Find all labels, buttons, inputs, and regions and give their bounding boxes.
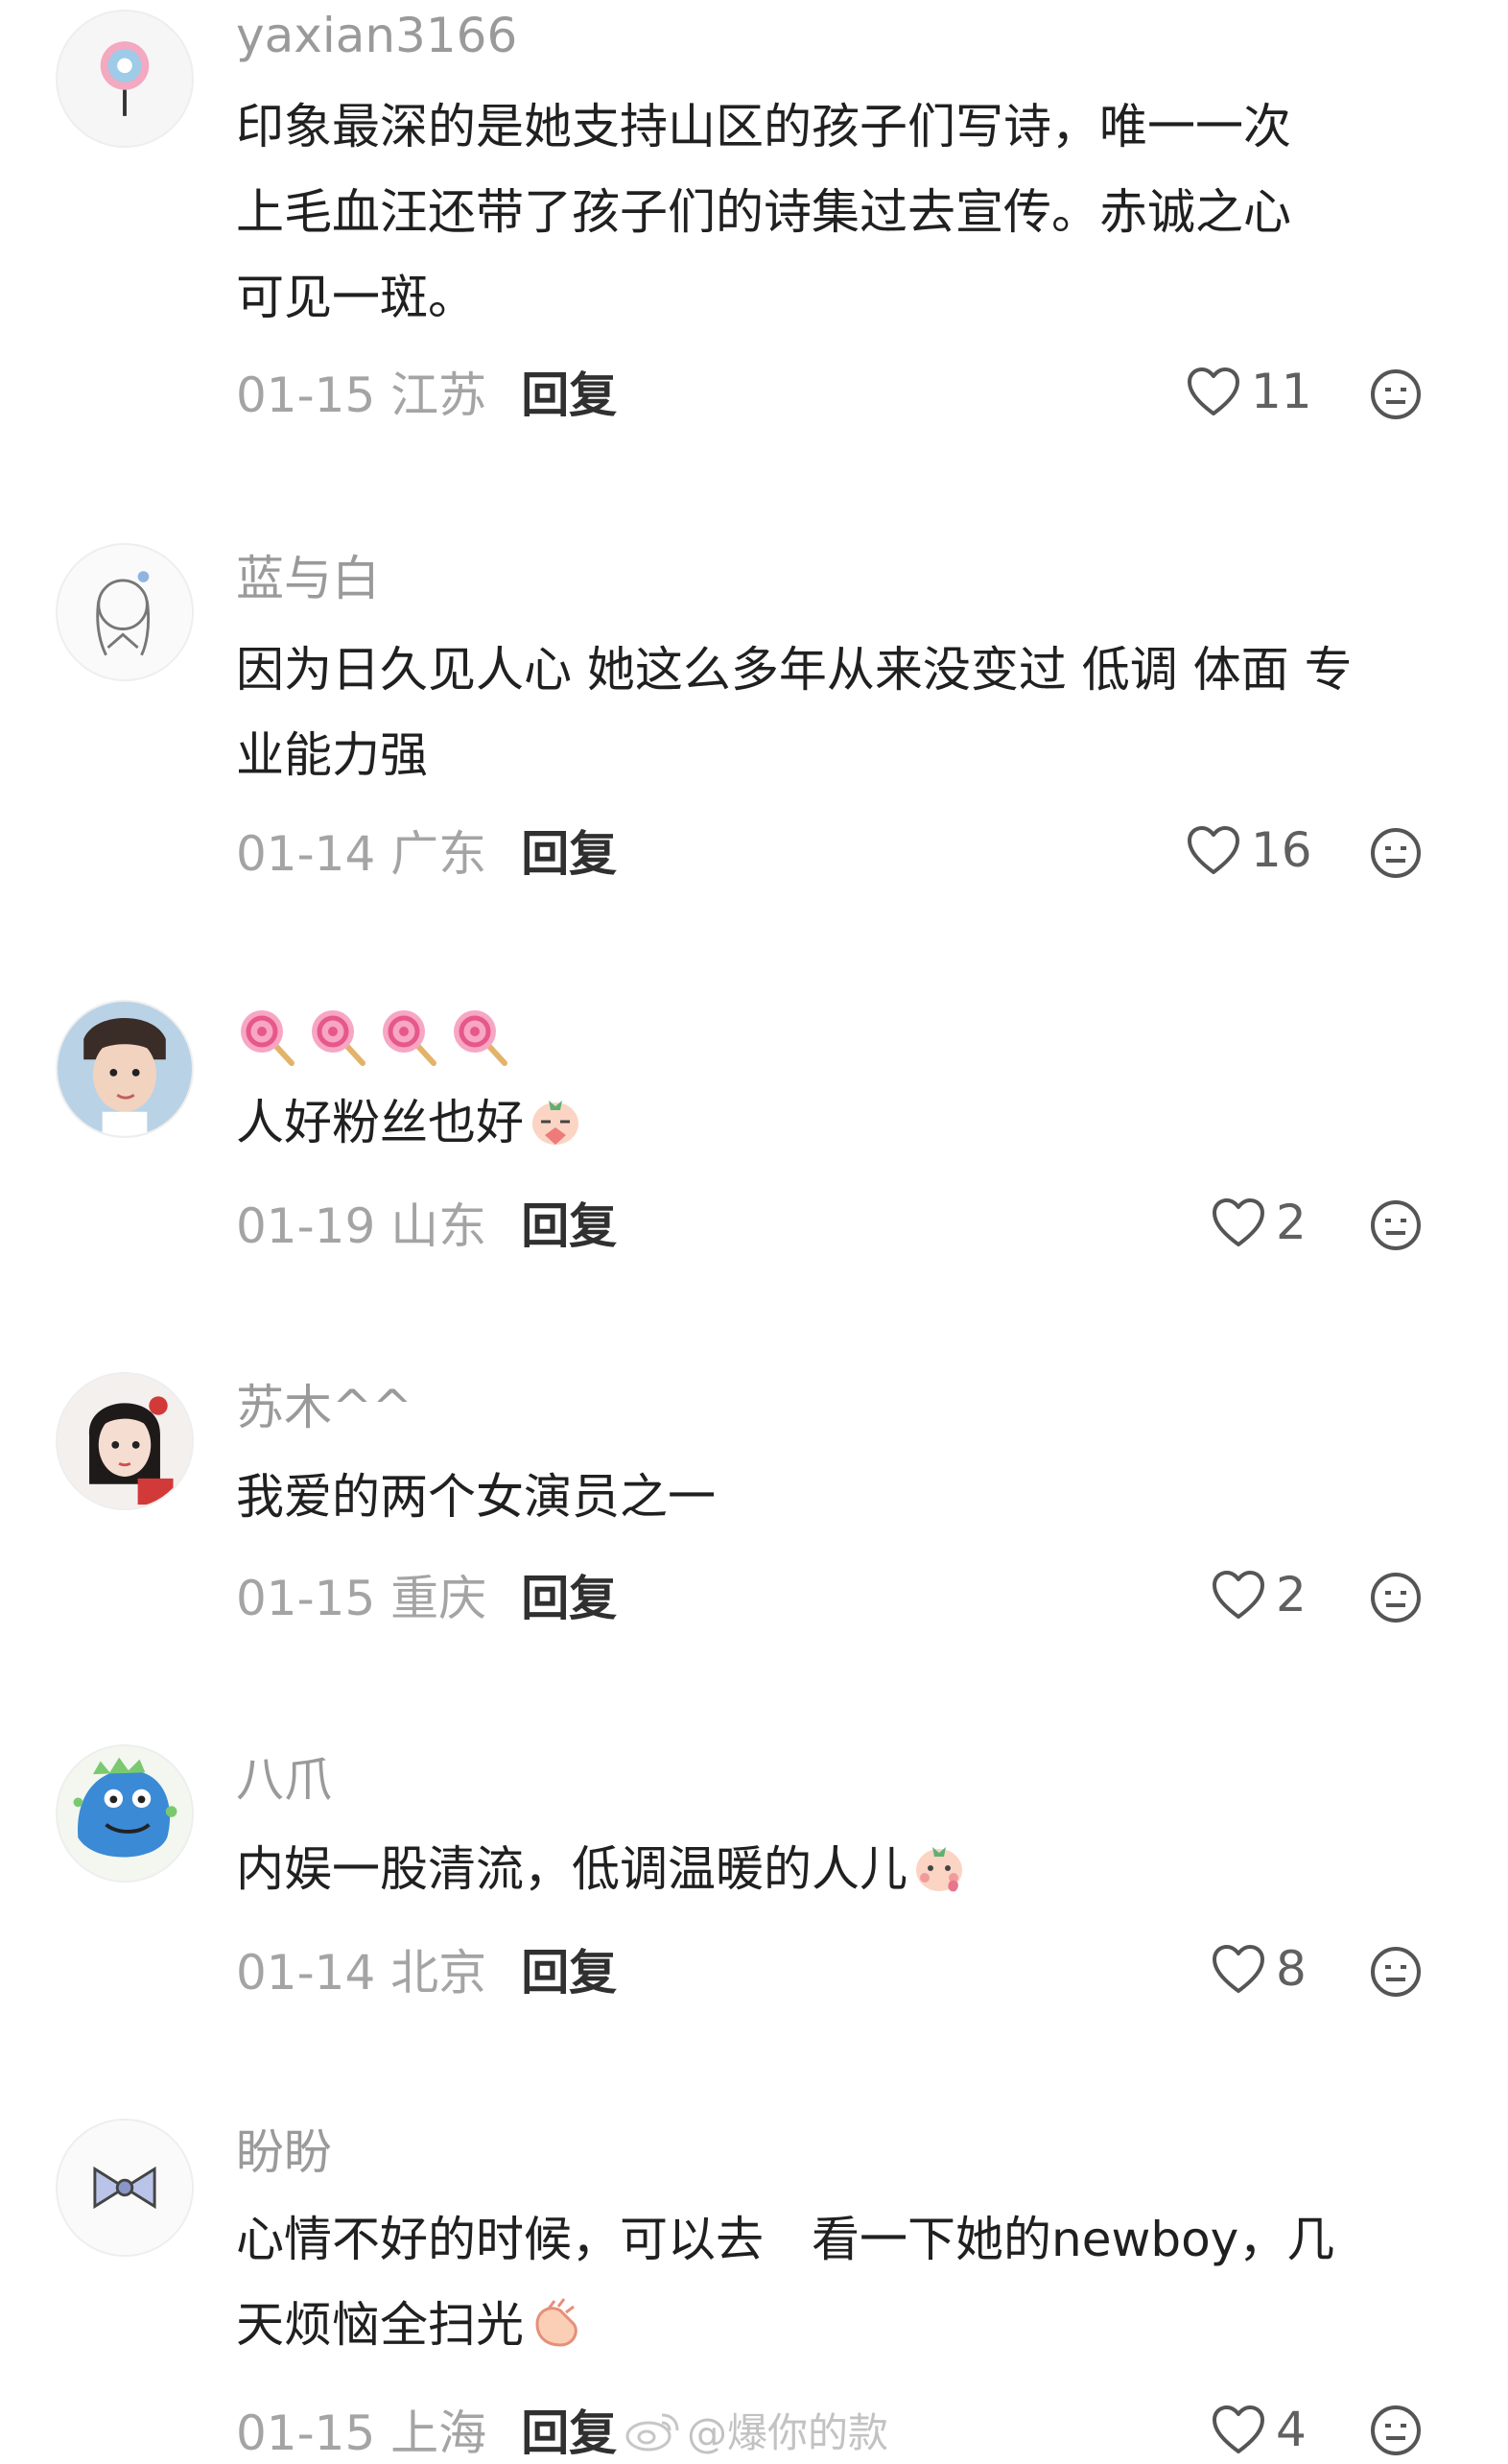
comment-meta: 01-19 山东 回复 (236, 1194, 617, 1254)
like-button[interactable]: 16 (1186, 821, 1312, 879)
reply-button[interactable]: 回复 (521, 357, 617, 426)
heart-icon (1213, 1945, 1264, 1993)
face-icon[interactable] (1370, 1199, 1422, 1251)
date-location: 01-15 上海 (236, 2405, 487, 2461)
avatar[interactable] (56, 10, 194, 148)
reply-button[interactable]: 回复 (521, 2395, 617, 2464)
comment-text-body: 心情不好的时候，可以去 看一下她的newboy，几 天烦恼全扫光 (236, 2212, 1335, 2353)
comment-text-body: 人好粉丝也好 (236, 1095, 524, 1150)
comment-text-body: 内娱一股清流，低调温暖的人儿 (236, 1841, 907, 1897)
like-button[interactable]: 2 (1211, 1194, 1307, 1251)
comment-text: 我爱的两个女演员之一 (236, 1469, 716, 1525)
comment-text: 人好粉丝也好 (236, 1080, 1454, 1166)
blush-emoji-icon (916, 1847, 962, 1892)
date-location: 01-19 山东 (236, 1198, 487, 1254)
comment-text: 因为日久见人心 她这么多年从来没变过 低调 体面 专 业能力强 (236, 642, 1353, 783)
reply-button[interactable]: 回复 (521, 1560, 617, 1629)
date-location: 01-15 重庆 (236, 1571, 487, 1626)
like-button[interactable]: 8 (1211, 1940, 1307, 1998)
comment-text: 印象最深的是她支持山区的孩子们写诗，唯一一次 上毛血汪还带了孩子们的诗集过去宣传… (236, 99, 1291, 325)
username[interactable]: 蓝与白 (236, 555, 380, 603)
username[interactable]: 盼盼 (236, 2128, 332, 2176)
avatar[interactable] (56, 2119, 194, 2257)
like-button[interactable]: 2 (1211, 1566, 1307, 1623)
like-count: 2 (1276, 1567, 1307, 1623)
avatar[interactable] (56, 1372, 194, 1510)
comment-meta: 01-15 江苏 回复 (236, 363, 617, 423)
lollipop-icon (454, 1010, 507, 1066)
face-icon[interactable] (1370, 2405, 1422, 2456)
heart-icon (1188, 826, 1239, 874)
like-count: 4 (1276, 2402, 1307, 2457)
comment-meta: 01-14 北京 回复 (236, 1940, 617, 2001)
praying-emoji-icon (532, 1101, 578, 1145)
heart-icon (1213, 1198, 1264, 1246)
weibo-logo-icon (625, 2413, 679, 2451)
lollipop-icon (312, 1010, 365, 1066)
reply-button[interactable]: 回复 (521, 1934, 617, 2003)
username[interactable]: 苏木^^ (236, 1384, 412, 1432)
date-location: 01-14 北京 (236, 1945, 487, 2001)
like-count: 8 (1276, 1941, 1307, 1997)
heart-icon (1213, 1571, 1264, 1619)
face-icon[interactable] (1370, 368, 1422, 420)
lollipop-icon (383, 1010, 436, 1066)
like-button[interactable]: 4 (1211, 2401, 1307, 2458)
like-count: 16 (1251, 822, 1312, 878)
clapping-emoji-icon (535, 2298, 577, 2347)
lollipop-emojis (236, 1006, 512, 1067)
reply-button[interactable]: 回复 (521, 816, 617, 885)
avatar[interactable] (56, 543, 194, 681)
face-icon[interactable] (1370, 827, 1422, 879)
date-location: 01-15 江苏 (236, 367, 487, 423)
comment-meta: 01-15 上海 回复 (236, 2401, 617, 2461)
avatar[interactable] (56, 1000, 194, 1138)
watermark-text: @爆你的款 (687, 2409, 889, 2456)
comment-meta: 01-15 重庆 回复 (236, 1566, 617, 1626)
comment-meta: 01-14 广东 回复 (236, 821, 617, 882)
face-icon[interactable] (1370, 1946, 1422, 1998)
like-count: 11 (1251, 364, 1312, 419)
username[interactable]: 八爪 (236, 1756, 332, 1804)
lollipop-icon (241, 1010, 295, 1066)
comment-text: 内娱一股清流，低调温暖的人儿 (236, 1827, 1454, 1912)
date-location: 01-14 广东 (236, 826, 487, 882)
reply-button[interactable]: 回复 (521, 1188, 617, 1257)
face-icon[interactable] (1370, 1572, 1422, 1623)
avatar[interactable] (56, 1744, 194, 1883)
watermark: @爆你的款 (624, 2401, 888, 2459)
heart-icon (1188, 367, 1239, 415)
like-count: 2 (1276, 1195, 1307, 1250)
like-button[interactable]: 11 (1186, 363, 1312, 420)
username[interactable]: yaxian3166 (236, 12, 517, 59)
comment-text: 心情不好的时候，可以去 看一下她的newboy，几 天烦恼全扫光 (236, 2197, 1454, 2368)
heart-icon (1213, 2405, 1264, 2453)
